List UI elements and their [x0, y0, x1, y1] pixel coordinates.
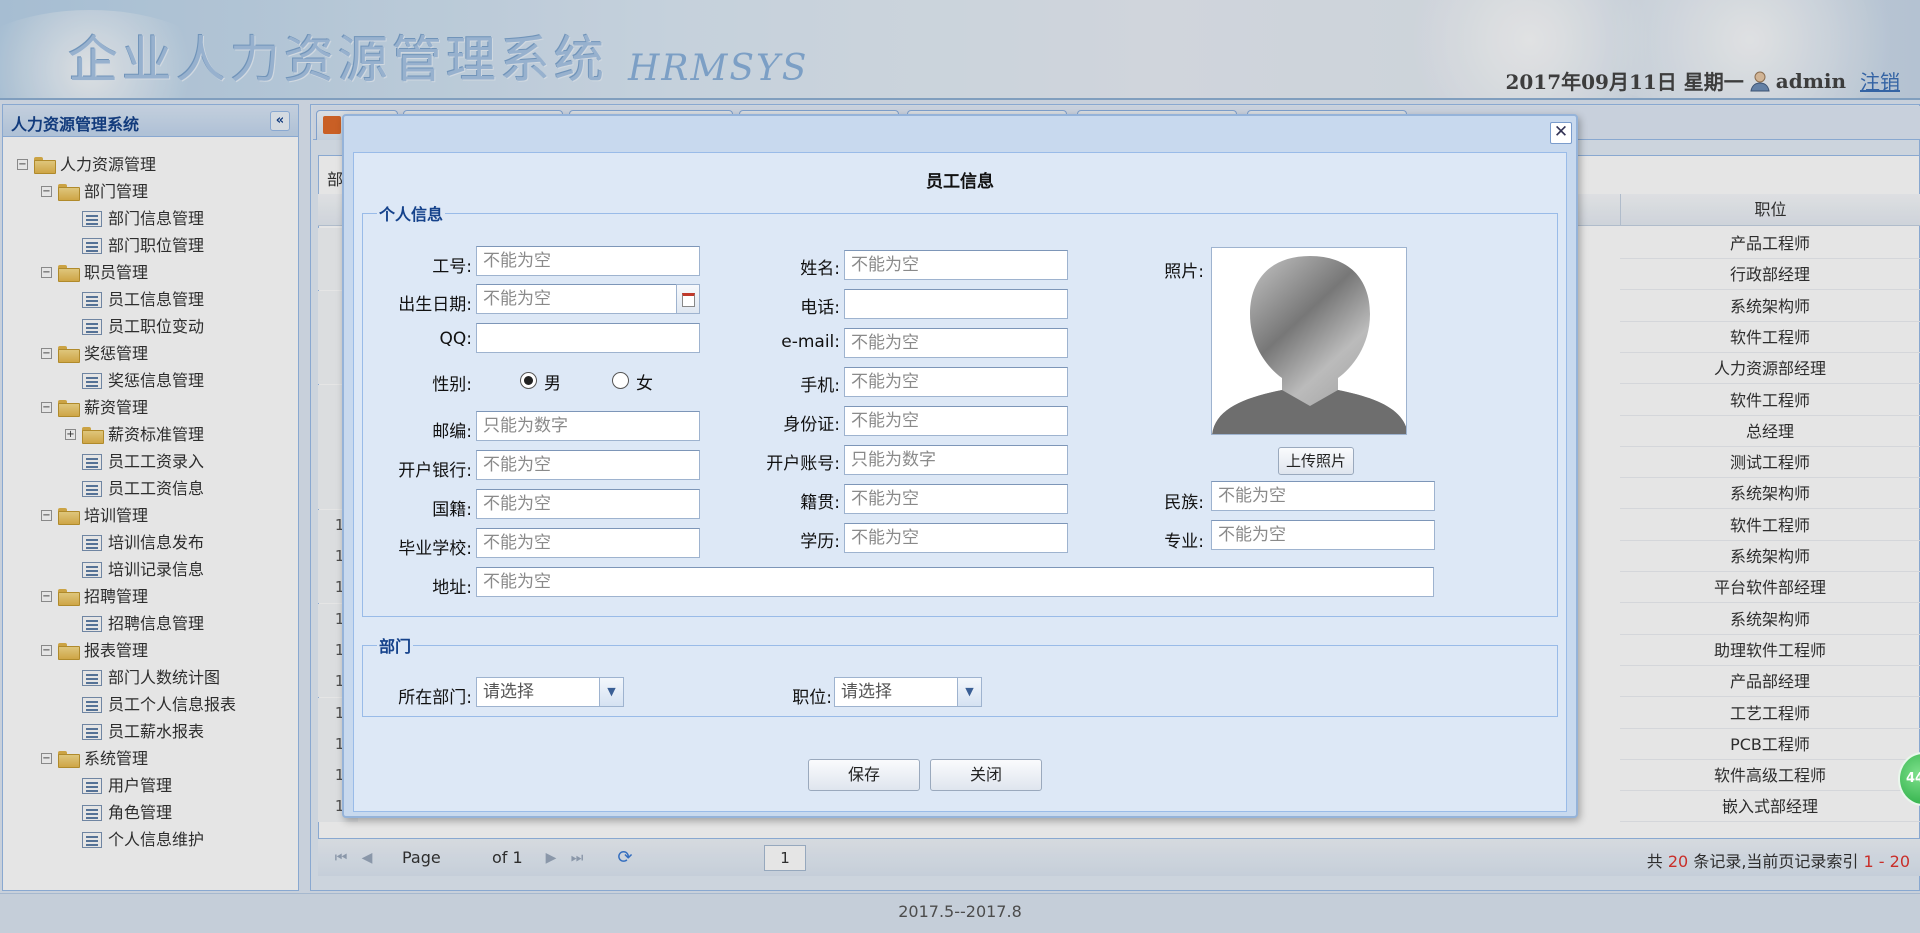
birth-date-label: 出生日期:	[398, 295, 472, 315]
upload-photo-button[interactable]: 上传照片	[1278, 447, 1354, 475]
name-label: 姓名:	[800, 259, 840, 279]
dialog-body: 员工信息 个人信息 工号: 出生日期: QQ: 性别: 男 女 邮编: 开户银行…	[353, 152, 1567, 812]
emp-no-label: 工号:	[432, 257, 472, 277]
chevron-down-icon[interactable]: ▼	[599, 678, 623, 706]
birth-date-input[interactable]	[476, 284, 678, 314]
save-button[interactable]: 保存	[808, 759, 920, 791]
nationality-label: 国籍:	[432, 500, 472, 520]
id-card-input[interactable]	[844, 406, 1068, 436]
name-input[interactable]	[844, 250, 1068, 280]
zip-label: 邮编:	[432, 422, 472, 442]
id-card-label: 身份证:	[783, 415, 840, 435]
phone-label: 电话:	[800, 298, 840, 318]
school-input[interactable]	[476, 528, 700, 558]
native-place-label: 籍贯:	[800, 493, 840, 513]
gender-male-label: 男	[544, 374, 561, 394]
account-label: 开户账号:	[766, 454, 840, 474]
position-select[interactable]: 请选择 ▼	[834, 677, 982, 707]
gender-female-label: 女	[636, 374, 653, 394]
bank-input[interactable]	[476, 450, 700, 480]
ethnicity-input[interactable]	[1211, 481, 1435, 511]
department-select-value: 请选择	[483, 682, 534, 702]
ethnicity-label: 民族:	[1164, 493, 1204, 513]
department-label: 所在部门:	[398, 688, 472, 708]
nationality-input[interactable]	[476, 489, 700, 519]
major-label: 专业:	[1164, 532, 1204, 552]
mobile-label: 手机:	[800, 376, 840, 396]
personal-info-legend: 个人信息	[379, 205, 444, 224]
calendar-icon[interactable]	[676, 284, 700, 314]
close-icon[interactable]: ✕	[1550, 122, 1572, 144]
qq-input[interactable]	[476, 323, 700, 353]
position-select-value: 请选择	[841, 682, 892, 702]
zip-input[interactable]	[476, 411, 700, 441]
dialog-title: 员工信息	[926, 172, 994, 192]
close-button[interactable]: 关闭	[930, 759, 1042, 791]
employee-photo	[1211, 247, 1407, 435]
gender-female-radio[interactable]	[612, 372, 629, 389]
major-input[interactable]	[1211, 520, 1435, 550]
department-select[interactable]: 请选择 ▼	[476, 677, 624, 707]
school-label: 毕业学校:	[398, 539, 472, 559]
chevron-down-icon[interactable]: ▼	[957, 678, 981, 706]
phone-input[interactable]	[844, 289, 1068, 319]
education-input[interactable]	[844, 523, 1068, 553]
native-place-input[interactable]	[844, 484, 1068, 514]
emp-no-input[interactable]	[476, 246, 700, 276]
photo-label: 照片:	[1164, 262, 1204, 282]
mobile-input[interactable]	[844, 367, 1068, 397]
position-label: 职位:	[792, 688, 832, 708]
account-input[interactable]	[844, 445, 1068, 475]
gender-label: 性别:	[432, 375, 472, 395]
education-label: 学历:	[800, 532, 840, 552]
bank-label: 开户银行:	[398, 461, 472, 481]
employee-dialog: ✕ 员工信息 个人信息 工号: 出生日期: QQ: 性别: 男 女 邮编: 开户…	[342, 114, 1578, 818]
email-input[interactable]	[844, 328, 1068, 358]
department-legend: 部门	[379, 637, 412, 656]
qq-label: QQ:	[439, 329, 473, 349]
address-input[interactable]	[476, 567, 1434, 597]
email-label: e-mail:	[781, 332, 840, 352]
address-label: 地址:	[432, 578, 472, 598]
gender-male-radio[interactable]	[520, 372, 537, 389]
